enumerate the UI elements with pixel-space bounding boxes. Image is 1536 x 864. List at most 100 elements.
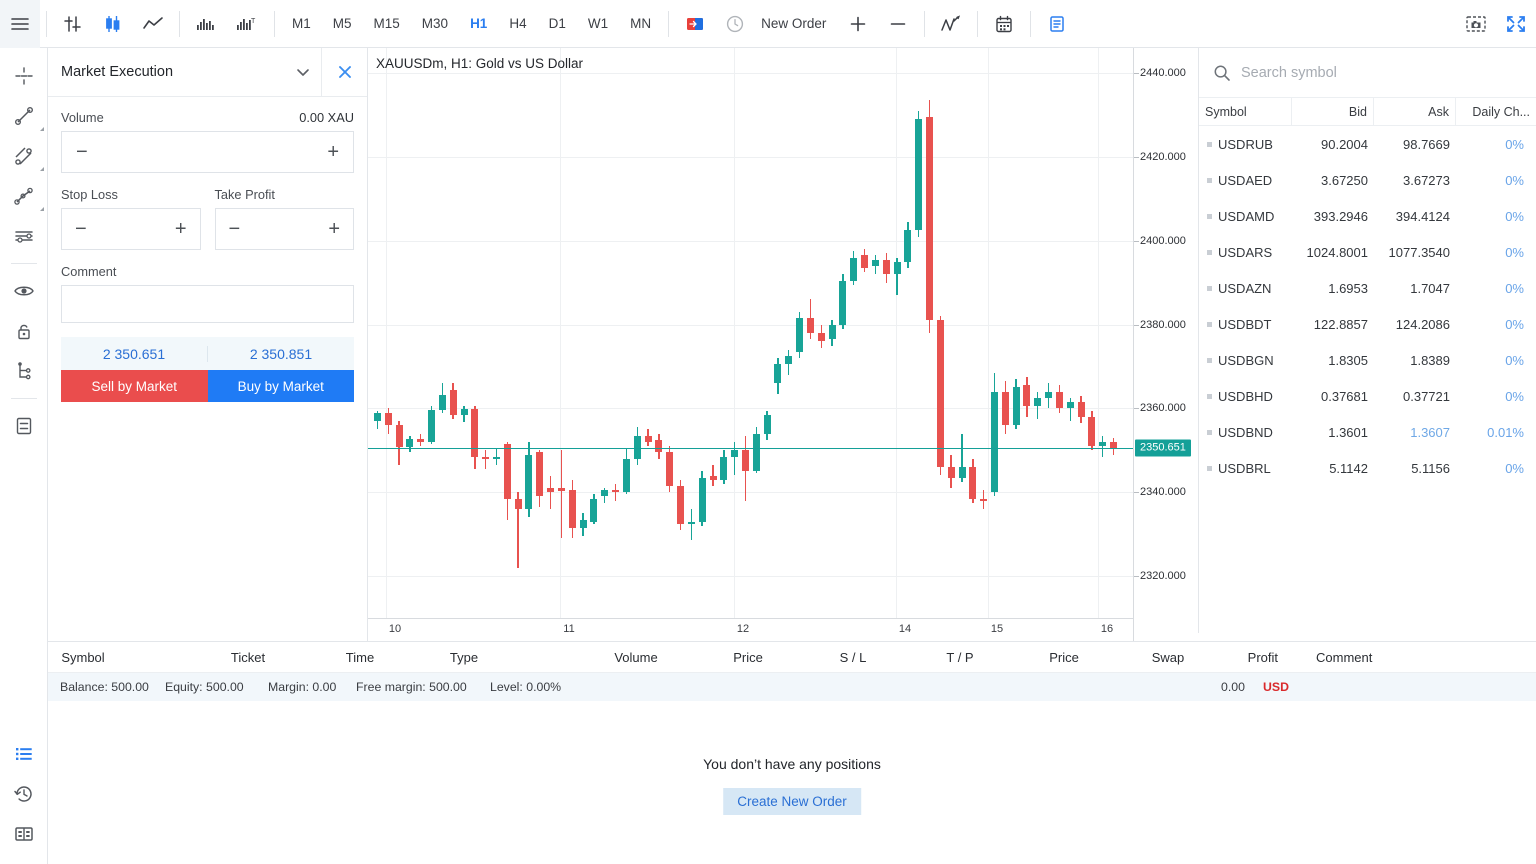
timeframe-mn[interactable]: MN [619,0,662,48]
positions-column-header[interactable]: Profit [1248,650,1278,665]
create-new-order-button[interactable]: Create New Order [723,788,861,815]
calendar-icon[interactable] [984,0,1024,48]
watch-row[interactable]: USDBHD0.376810.377210% [1199,378,1536,414]
chart-plot-area[interactable] [368,48,1133,618]
watch-row[interactable]: USDRUB90.200498.76690% [1199,126,1536,162]
chart-gridline-horizontal [368,73,1133,74]
column-header-ask[interactable]: Ask [1373,98,1455,126]
crosshair-icon[interactable] [0,56,48,96]
positions-column-header[interactable]: Time [346,650,374,665]
watch-row[interactable]: USDAED3.672503.672730% [1199,162,1536,198]
journal-icon[interactable] [1037,0,1077,48]
toolbar-divider [46,11,47,37]
object-tree-icon[interactable] [0,351,48,391]
timeframe-w1[interactable]: W1 [577,0,619,48]
positions-column-header[interactable]: Swap [1152,650,1185,665]
take-profit-increment-button[interactable]: + [328,219,340,239]
positions-column-header[interactable]: Ticket [231,650,265,665]
screenshot-icon[interactable] [1456,0,1496,48]
timeframe-m5[interactable]: M5 [322,0,363,48]
hamburger-menu-icon[interactable] [0,0,40,48]
timeframe-m1[interactable]: M1 [281,0,322,48]
timeframe-h4[interactable]: H4 [498,0,537,48]
eye-visibility-icon[interactable] [0,271,48,311]
chart-price-axis[interactable]: 2440.0002420.0002400.0002380.0002360.000… [1133,48,1198,641]
order-panel-header: Market Execution [48,48,367,97]
fullscreen-icon[interactable] [1496,0,1536,48]
margin-value: Margin: 0.00 [268,680,336,694]
positions-column-header[interactable]: Price [1049,650,1079,665]
search-input[interactable] [1241,65,1522,81]
symbol-search-bar[interactable] [1199,48,1536,98]
candle-body [536,452,543,496]
line-chart-icon[interactable] [133,0,173,48]
horizontal-levels-icon[interactable] [0,216,48,256]
candle-body [991,392,998,493]
top-toolbar: T M1 M5 M15 M30 H1 H4 D1 W1 MN New Order [0,0,1536,48]
current-price-label[interactable]: 2350.651 [1135,439,1191,456]
positions-column-header[interactable]: Price [733,650,763,665]
bar-chart-icon[interactable] [186,0,226,48]
buy-by-market-button[interactable]: Buy by Market [208,370,355,402]
column-header-daily-change[interactable]: Daily Ch... [1455,98,1536,126]
history-clock-icon[interactable] [0,774,48,814]
timeframe-d1[interactable]: D1 [538,0,577,48]
crosshair-settings-icon[interactable] [53,0,93,48]
timeframe-m30[interactable]: M30 [411,0,459,48]
clock-icon[interactable] [715,0,755,48]
polyline-icon[interactable] [0,176,48,216]
ask-price[interactable]: 2 350.851 [207,346,354,362]
volume-decrement-button[interactable]: − [76,142,88,162]
watch-daily-change: 0% [1456,209,1536,224]
stop-loss-decrement-button[interactable]: − [75,219,87,239]
positions-column-header[interactable]: T / P [946,650,973,665]
positions-column-header[interactable]: Volume [614,650,657,665]
volume-increment-button[interactable]: + [327,142,339,162]
watch-row[interactable]: USDBDT122.8857124.20860% [1199,306,1536,342]
positions-column-header[interactable]: S / L [840,650,867,665]
price-axis-label: 2320.000 [1140,570,1186,582]
chart-time-axis[interactable]: 101112141516 [368,618,1133,641]
watch-row[interactable]: USDAMD393.2946394.41240% [1199,198,1536,234]
bid-price[interactable]: 2 350.651 [61,346,207,362]
column-header-bid[interactable]: Bid [1291,98,1373,126]
sell-by-market-button[interactable]: Sell by Market [61,370,208,402]
column-header-symbol[interactable]: Symbol [1199,105,1291,119]
price-chart[interactable]: XAUUSDm, H1: Gold vs US Dollar 2440.0002… [368,48,1198,641]
timeframe-h1[interactable]: H1 [459,0,498,48]
candlestick-chart-icon[interactable] [93,0,133,48]
parallel-lines-icon[interactable] [0,136,48,176]
timeframe-m15[interactable]: M15 [363,0,411,48]
comment-input[interactable] [61,285,354,323]
symbol-swap-icon[interactable] [675,0,715,48]
trendline-icon[interactable] [0,96,48,136]
watch-row[interactable]: USDBND1.36011.36070.01% [1199,414,1536,450]
chevron-down-icon[interactable] [285,48,321,96]
new-order-button[interactable]: New Order [755,0,838,48]
time-axis-label: 16 [1101,623,1113,635]
watch-row[interactable]: USDAZN1.69531.70470% [1199,270,1536,306]
zoom-in-button[interactable] [838,0,878,48]
take-profit-decrement-button[interactable]: − [229,219,241,239]
close-icon[interactable] [321,48,367,96]
indicators-icon[interactable] [931,0,971,48]
positions-column-header[interactable]: Symbol [61,650,104,665]
take-profit-label: Take Profit [215,187,275,202]
order-panel-title: Market Execution [48,64,285,80]
objects-list-icon[interactable] [0,406,48,446]
watch-row[interactable]: USDBRL5.11425.11560% [1199,450,1536,486]
stop-loss-increment-button[interactable]: + [175,219,187,239]
take-profit-stepper[interactable]: − + [215,208,355,250]
watch-row[interactable]: USDARS1024.80011077.35400% [1199,234,1536,270]
lock-open-icon[interactable] [0,311,48,351]
candle-body [417,439,424,442]
positions-column-header[interactable]: Comment [1316,650,1372,665]
zoom-out-button[interactable] [878,0,918,48]
book-journal-icon[interactable] [0,814,48,854]
bar-chart-tick-icon[interactable]: T [226,0,268,48]
market-watch-list-icon[interactable] [0,734,48,774]
stop-loss-stepper[interactable]: − + [61,208,201,250]
volume-stepper[interactable]: − + [61,131,354,173]
watch-row[interactable]: USDBGN1.83051.83890% [1199,342,1536,378]
positions-column-header[interactable]: Type [450,650,478,665]
